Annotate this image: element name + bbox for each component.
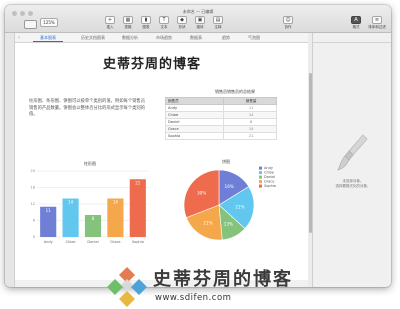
comment-icon: ▤ [213, 16, 223, 24]
pages-window: 未命名 — 已编辑 125% + 插入 ▦ 表格 ▮ 图表 T 文本 ◆ 形状 … [5, 5, 391, 287]
table-row[interactable]: Chloe 14 [164, 111, 277, 119]
insert-button[interactable]: + 插入 [103, 16, 117, 30]
table-cell[interactable]: 21 [223, 132, 277, 140]
x-tick-label: Daniel [87, 240, 98, 244]
watermark-logo-icon [107, 267, 147, 307]
collaborate-button[interactable]: ☺ 协作 [281, 16, 295, 30]
chart-button[interactable]: ▮ 图表 [139, 16, 153, 30]
bar-value-label: 14 [113, 200, 119, 205]
table-button[interactable]: ▦ 表格 [121, 16, 135, 30]
bar-value-label: 11 [46, 208, 52, 213]
table-row[interactable]: Grace 14 [164, 125, 277, 133]
x-tick-label: Grace [110, 240, 120, 244]
table-cell[interactable]: 8 [223, 118, 277, 126]
sort-filter-button[interactable]: ≡ 排序和过滤 [367, 16, 387, 30]
legend-label: Sophia [264, 184, 276, 188]
text-icon: T [159, 16, 169, 24]
tab-data-analysis[interactable]: 数据分析 [115, 34, 145, 42]
table-header-cell[interactable]: 销售量 [223, 97, 277, 105]
legend-label: Andy [264, 166, 273, 170]
legend-label: Grace [264, 180, 274, 184]
sheet-tab-bar: ‹ 基本图表 历史文档图表 数据分析 市场趋势 数据表 趋势 气泡图 [15, 33, 308, 43]
table-row[interactable]: Daniel 8 [164, 118, 277, 126]
left-margin [5, 33, 15, 287]
legend-swatch [259, 175, 262, 179]
bar-value-label: 8 [92, 216, 95, 221]
table-row[interactable]: Andy 11 [164, 104, 277, 112]
collaborate-icon: ☺ [283, 16, 293, 24]
table-icon: ▦ [123, 16, 133, 24]
tab-market-trend[interactable]: 市场趋势 [149, 34, 179, 42]
table-cell[interactable]: Daniel [164, 118, 225, 126]
inspector-header [313, 33, 391, 43]
legend-label: Daniel [264, 175, 275, 179]
paintbrush-icon [337, 134, 368, 171]
legend-label: Chloe [264, 171, 274, 175]
tab-bubble[interactable]: 气泡图 [241, 34, 267, 42]
pie-slice-label: 13% [224, 221, 233, 226]
x-tick-label: Chloe [66, 240, 76, 244]
bar-value-label: 21 [135, 180, 141, 185]
sort-filter-icon: ≡ [372, 16, 382, 24]
format-icon: A [351, 16, 361, 24]
table-cell[interactable]: Chloe [164, 111, 225, 119]
table-cell[interactable]: 11 [223, 104, 277, 112]
bar-chart[interactable]: 0 6 12 18 24 11 Andy 14 Chloe 8 Daniel 14 Grace 21 Sop… [27, 167, 155, 251]
tab-history-charts[interactable]: 历史文档图表 [73, 34, 113, 42]
table-title[interactable]: 销售员销售员的总结果 [187, 89, 283, 95]
table-cell[interactable]: 14 [223, 111, 277, 119]
table-cell[interactable]: Grace [164, 125, 225, 133]
table-header-cell[interactable]: 销售员 [164, 97, 225, 105]
sales-table[interactable]: 销售员 销售量 Andy 11 Chloe 14 Daniel 8 Grace … [164, 97, 277, 140]
legend-swatch [259, 166, 262, 170]
window-title: 未命名 — 已编辑 [182, 9, 214, 14]
bar-value-label: 14 [68, 200, 74, 205]
no-selection-message: 未选择对象。 选择要格式化的对象。 [335, 179, 371, 188]
tab-data-table[interactable]: 数据表 [183, 34, 209, 42]
chart-icon: ▮ [141, 16, 151, 24]
y-tick-label: 12 [31, 202, 35, 206]
x-tick-label: Andy [44, 240, 53, 244]
legend-swatch [259, 184, 262, 188]
legend-swatch [259, 171, 262, 175]
table-row[interactable]: Sophia 21 [164, 132, 277, 140]
pie-slice-label: 21% [203, 220, 212, 225]
insert-icon: + [105, 16, 115, 24]
y-tick-label: 0 [33, 235, 35, 239]
legend-swatch [259, 180, 262, 184]
y-tick-label: 18 [31, 186, 35, 190]
comment-button[interactable]: ▤ 注释 [211, 16, 225, 30]
watermark: 史蒂芬周的博客 www.sdifen.com [105, 263, 315, 309]
tab-prev-icon[interactable]: ‹ [18, 34, 20, 42]
text-button[interactable]: T 文本 [157, 16, 171, 30]
pie-slice-label: 30% [197, 191, 206, 196]
zoom-select[interactable]: 125% [40, 18, 58, 27]
watermark-url: www.sdifen.com [155, 293, 232, 303]
bar[interactable] [129, 179, 146, 237]
media-button[interactable]: ▣ 媒体 [193, 16, 207, 30]
sidebar-toggle-button[interactable] [24, 20, 37, 29]
pie-chart[interactable]: 16% 21% 13% 21% 30% AndyChloeDanielGraceSophi… [175, 165, 303, 245]
x-tick-label: Sophia [132, 240, 144, 244]
format-button[interactable]: A 格式 [349, 16, 363, 30]
table-cell[interactable]: Sophia [164, 132, 225, 140]
format-inspector: 未选择对象。 选择要格式化的对象。 [312, 33, 391, 287]
document-title[interactable]: 史蒂芬周的博客 [103, 53, 201, 72]
document-canvas[interactable]: 史蒂芬周的博客 柱形图、条形图、饼图可以按单个类别的值，例如每个销售员销售的产品… [15, 43, 308, 287]
media-icon: ▣ [195, 16, 205, 24]
body-paragraph[interactable]: 柱形图、条形图、饼图可以按单个类别的值，例如每个销售员销售的产品数量。饼图会以整… [29, 99, 147, 119]
table-cell[interactable]: 14 [223, 125, 277, 133]
toolbar: 未命名 — 已编辑 125% + 插入 ▦ 表格 ▮ 图表 T 文本 ◆ 形状 … [5, 5, 391, 33]
shape-icon: ◆ [177, 16, 187, 24]
y-tick-label: 6 [33, 219, 35, 223]
pie-slice-label: 21% [235, 204, 244, 209]
tab-trend[interactable]: 趋势 [215, 34, 237, 42]
y-tick-label: 24 [31, 169, 36, 173]
watermark-title: 史蒂芬周的博客 [153, 269, 293, 290]
table-cell[interactable]: Andy [164, 104, 225, 112]
tab-basic-charts[interactable]: 基本图表 [33, 34, 63, 42]
shape-button[interactable]: ◆ 形状 [175, 16, 189, 30]
pie-slice-label: 16% [225, 184, 234, 189]
